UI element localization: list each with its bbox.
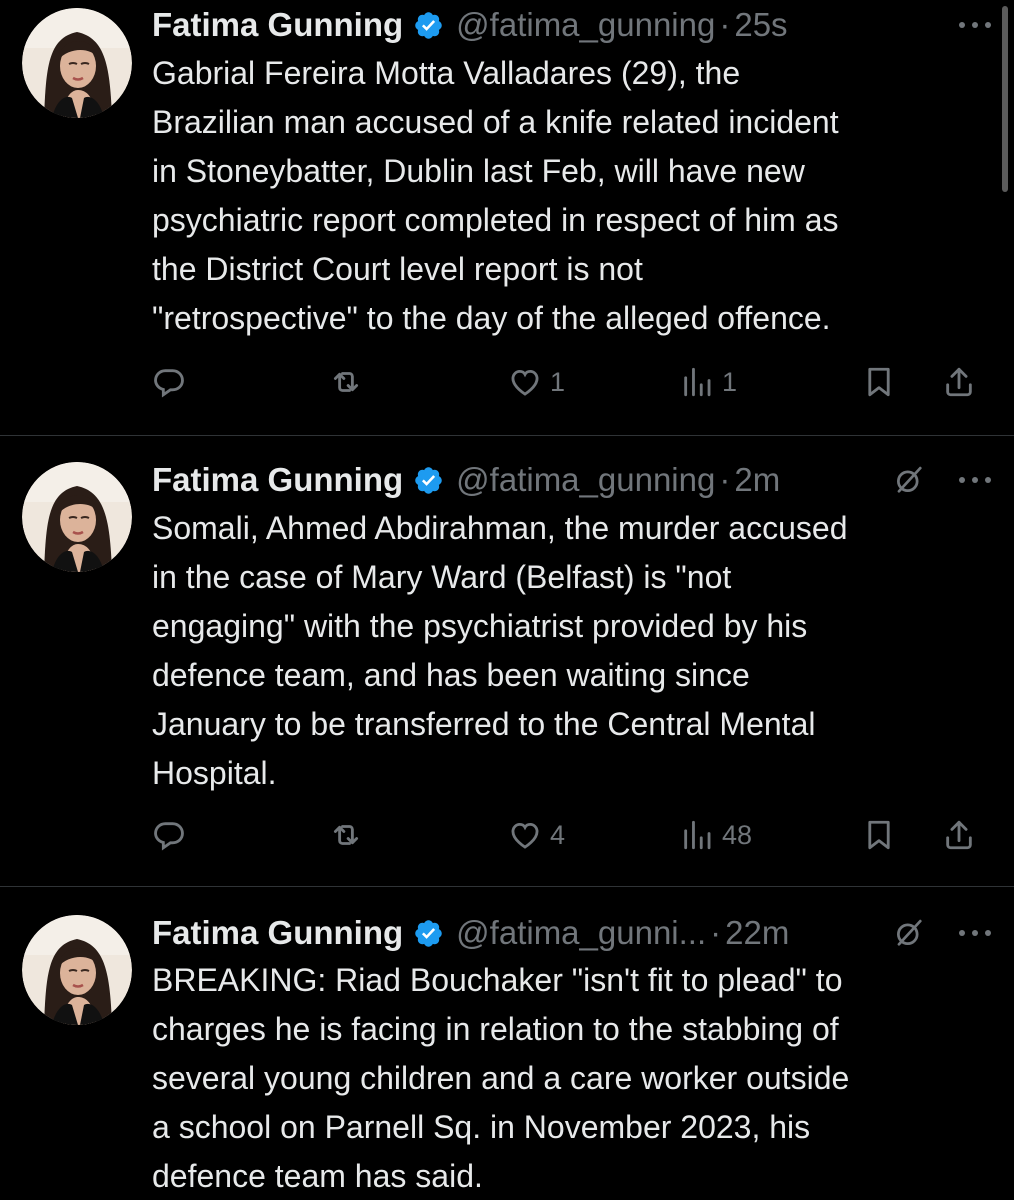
- views-button[interactable]: 48: [680, 815, 752, 855]
- views-icon: [684, 367, 711, 397]
- share-icon: [946, 820, 972, 850]
- reply-icon: [154, 369, 184, 398]
- retweet-icon: [333, 372, 359, 392]
- author-handle[interactable]: @fatima_gunni...: [456, 914, 706, 952]
- share-icon: [946, 367, 972, 397]
- like-icon: [511, 369, 539, 396]
- like-count: 4: [550, 819, 566, 850]
- timestamp[interactable]: 25s: [734, 6, 787, 44]
- author-name[interactable]: Fatima Gunning: [152, 461, 403, 499]
- separator-dot: ·: [719, 461, 731, 498]
- avatar[interactable]: [22, 8, 132, 118]
- reply-button[interactable]: [152, 362, 194, 402]
- separator-dot: ·: [710, 914, 722, 951]
- share-button[interactable]: [942, 362, 976, 402]
- timestamp[interactable]: 2m: [734, 461, 780, 499]
- tweet-text: Somali, Ahmed Abdirahman, the murder acc…: [152, 510, 848, 791]
- tweet-header: Fatima Gunning @fatima_gunning · 2m: [152, 455, 996, 505]
- tweet-header: Fatima Gunning @fatima_gunning · 25s: [152, 0, 996, 50]
- like-button[interactable]: 4: [508, 815, 565, 855]
- avatar[interactable]: [22, 915, 132, 1025]
- timeline: Fatima Gunning @fatima_gunning · 25s Gab…: [0, 0, 1014, 1200]
- verified-badge-icon: [415, 11, 442, 39]
- share-button[interactable]: [942, 815, 976, 855]
- like-icon: [511, 822, 539, 849]
- tweet-text: BREAKING: Riad Bouchaker "isn't fit to p…: [152, 962, 850, 1194]
- author-handle[interactable]: @fatima_gunning: [456, 6, 715, 44]
- avatar[interactable]: [22, 462, 132, 572]
- more-icon[interactable]: [958, 21, 992, 29]
- author-name[interactable]: Fatima Gunning: [152, 914, 403, 952]
- verified-badge-icon: [415, 919, 442, 947]
- reply-button[interactable]: [152, 815, 194, 855]
- like-button[interactable]: 1: [508, 362, 565, 402]
- like-count: 1: [550, 366, 566, 397]
- grok-icon[interactable]: [894, 465, 924, 495]
- tweet-text: Gabrial Fereira Motta Valladares (29), t…: [152, 55, 839, 336]
- verified-badge-icon: [415, 466, 442, 494]
- reply-icon: [154, 822, 184, 851]
- timestamp[interactable]: 22m: [725, 914, 789, 952]
- views-icon: [684, 820, 711, 850]
- author-name[interactable]: Fatima Gunning: [152, 6, 403, 44]
- retweet-button[interactable]: [328, 815, 372, 855]
- tweet-actions: 4 48: [152, 815, 992, 855]
- tweet[interactable]: Fatima Gunning @fatima_gunni... · 22m BR…: [0, 887, 1014, 1200]
- views-count: 48: [722, 819, 753, 850]
- bookmark-icon: [868, 820, 890, 850]
- bookmark-icon: [868, 367, 890, 397]
- tweet-actions: 1 1: [152, 362, 992, 402]
- bookmark-button[interactable]: [862, 362, 896, 402]
- separator-dot: ·: [719, 6, 731, 43]
- more-icon[interactable]: [958, 476, 992, 484]
- views-button[interactable]: 1: [680, 362, 737, 402]
- bookmark-button[interactable]: [862, 815, 896, 855]
- retweet-button[interactable]: [328, 362, 372, 402]
- retweet-icon: [333, 825, 359, 845]
- tweet[interactable]: Fatima Gunning @fatima_gunning · 2m Soma…: [0, 436, 1014, 887]
- author-handle[interactable]: @fatima_gunning: [456, 461, 715, 499]
- tweet[interactable]: Fatima Gunning @fatima_gunning · 25s Gab…: [0, 0, 1014, 436]
- more-icon[interactable]: [958, 929, 992, 937]
- grok-icon[interactable]: [894, 918, 924, 948]
- tweet-header: Fatima Gunning @fatima_gunni... · 22m: [152, 908, 996, 958]
- views-count: 1: [722, 366, 738, 397]
